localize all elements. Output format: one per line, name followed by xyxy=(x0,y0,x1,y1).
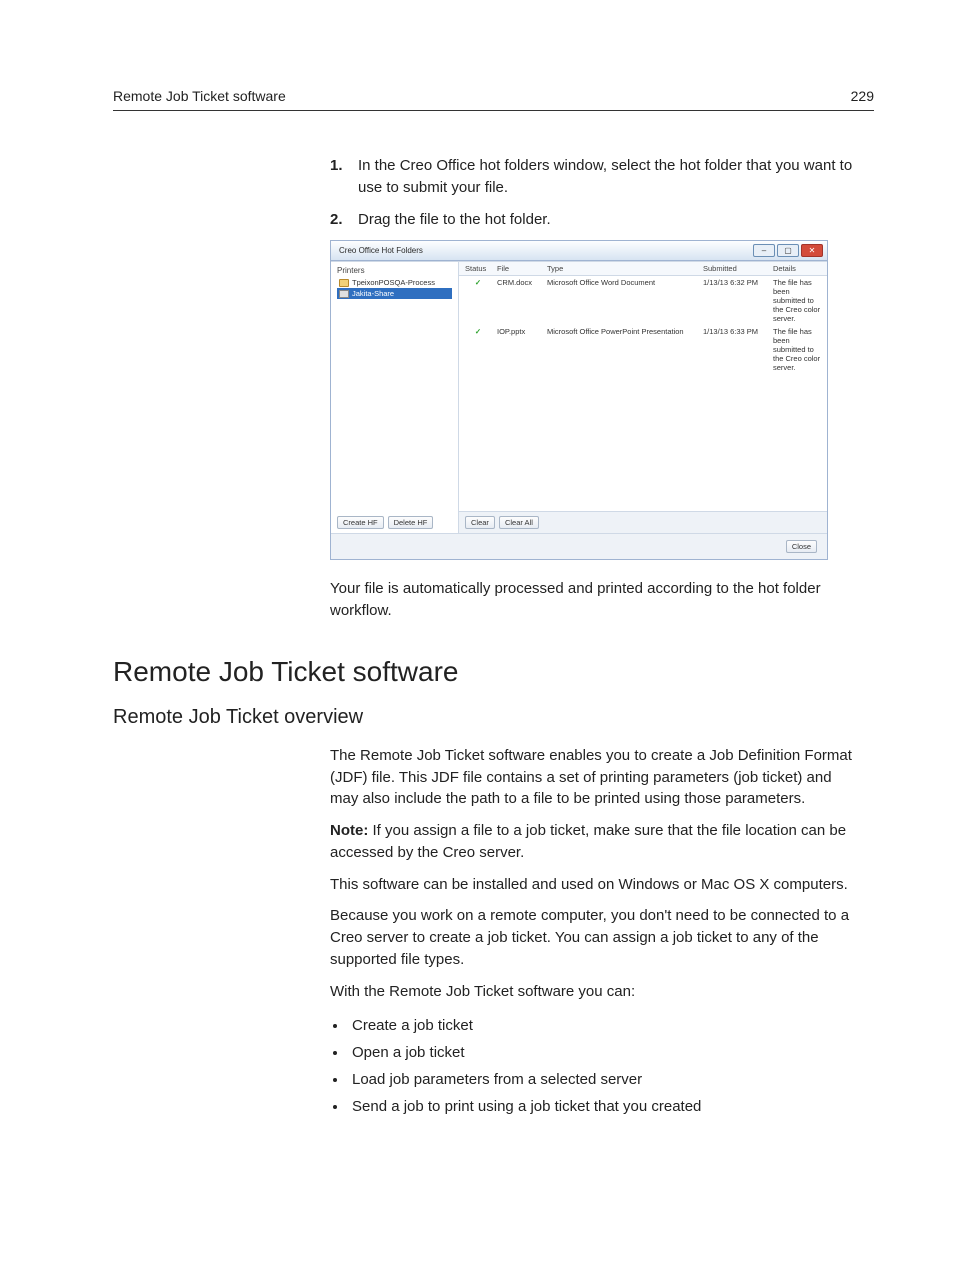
cell-submitted: 1/13/13 6:33 PM xyxy=(703,327,767,372)
delete-hf-button[interactable]: Delete HF xyxy=(388,516,434,529)
col-type: Type xyxy=(547,264,697,273)
printer-name: Jakita-Share xyxy=(352,289,394,298)
jobs-table-rows: ✓ CRM.docx Microsoft Office Word Documen… xyxy=(459,276,827,511)
feature-list: Create a job ticket Open a job ticket Lo… xyxy=(330,1012,860,1120)
window-titlebar: Creo Office Hot Folders – ▢ ✕ xyxy=(331,241,827,261)
page-header: Remote Job Ticket software 229 xyxy=(113,88,874,111)
col-details: Details xyxy=(773,264,821,273)
cell-type: Microsoft Office Word Document xyxy=(547,278,697,323)
table-row[interactable]: ✓ IOP.pptx Microsoft Office PowerPoint P… xyxy=(459,325,827,374)
printers-heading: Printers xyxy=(337,266,452,275)
check-icon: ✓ xyxy=(465,278,491,287)
cell-type: Microsoft Office PowerPoint Presentation xyxy=(547,327,697,372)
printer-item[interactable]: TpeixonPOSQA-Process xyxy=(337,277,452,288)
printers-panel: Printers TpeixonPOSQA-Process Jakita-Sha… xyxy=(331,262,459,533)
screenshot-figure: Creo Office Hot Folders – ▢ ✕ Printers T… xyxy=(330,240,828,560)
paragraph-1: The Remote Job Ticket software enables y… xyxy=(330,745,860,810)
check-icon: ✓ xyxy=(465,327,491,336)
cell-submitted: 1/13/13 6:32 PM xyxy=(703,278,767,323)
col-file: File xyxy=(497,264,541,273)
close-button[interactable]: ✕ xyxy=(801,244,823,257)
page: Remote Job Ticket software 229 1. In the… xyxy=(0,0,954,1180)
cell-details: The file has been submitted to the Creo … xyxy=(773,278,821,323)
jobs-panel-footer: Clear Clear All xyxy=(459,511,827,533)
printer-name: TpeixonPOSQA-Process xyxy=(352,278,435,287)
list-item: Send a job to print using a job ticket t… xyxy=(348,1093,860,1120)
col-submitted: Submitted xyxy=(703,264,767,273)
jobs-panel: Status File Type Submitted Details ✓ CRM… xyxy=(459,262,827,533)
printer-item-selected[interactable]: Jakita-Share xyxy=(337,288,452,299)
steps-block: 1. In the Creo Office hot folders window… xyxy=(330,155,860,622)
paragraph-4: With the Remote Job Ticket software you … xyxy=(330,981,860,1003)
paragraph-3: Because you work on a remote computer, y… xyxy=(330,905,860,970)
note: Note: If you assign a file to a job tick… xyxy=(330,820,860,864)
paragraph-2: This software can be installed and used … xyxy=(330,874,860,896)
list-item: Open a job ticket xyxy=(348,1039,860,1066)
close-window-button[interactable]: Close xyxy=(786,540,817,553)
cell-details: The file has been submitted to the Creo … xyxy=(773,327,821,372)
folder-icon xyxy=(339,279,349,287)
page-number: 229 xyxy=(851,88,874,104)
list-item: Load job parameters from a selected serv… xyxy=(348,1066,860,1093)
header-left: Remote Job Ticket software xyxy=(113,88,286,104)
create-hf-button[interactable]: Create HF xyxy=(337,516,384,529)
post-screenshot-text: Your file is automatically processed and… xyxy=(330,578,860,622)
heading-main: Remote Job Ticket software xyxy=(113,656,874,688)
note-body: If you assign a file to a job ticket, ma… xyxy=(330,822,846,861)
window-title: Creo Office Hot Folders xyxy=(339,246,423,255)
step-number: 2. xyxy=(330,209,358,231)
window-footer: Close xyxy=(331,533,827,559)
step-2: 2. Drag the file to the hot folder. xyxy=(330,209,860,231)
cell-file: CRM.docx xyxy=(497,278,541,323)
server-icon xyxy=(339,290,349,298)
step-number: 1. xyxy=(330,155,358,199)
step-1: 1. In the Creo Office hot folders window… xyxy=(330,155,860,199)
minimize-button[interactable]: – xyxy=(753,244,775,257)
hot-folders-window: Creo Office Hot Folders – ▢ ✕ Printers T… xyxy=(330,240,828,560)
col-status: Status xyxy=(465,264,491,273)
cell-file: IOP.pptx xyxy=(497,327,541,372)
maximize-button[interactable]: ▢ xyxy=(777,244,799,257)
heading-sub: Remote Job Ticket overview xyxy=(113,706,874,729)
step-text: Drag the file to the hot folder. xyxy=(358,209,551,231)
clear-all-button[interactable]: Clear All xyxy=(499,516,539,529)
table-row[interactable]: ✓ CRM.docx Microsoft Office Word Documen… xyxy=(459,276,827,325)
printer-panel-buttons: Create HF Delete HF xyxy=(337,510,452,529)
note-label: Note: xyxy=(330,822,368,839)
overview-content: The Remote Job Ticket software enables y… xyxy=(330,745,860,1121)
clear-button[interactable]: Clear xyxy=(465,516,495,529)
window-buttons: – ▢ ✕ xyxy=(753,244,823,257)
jobs-table-header: Status File Type Submitted Details xyxy=(459,262,827,276)
window-body: Printers TpeixonPOSQA-Process Jakita-Sha… xyxy=(331,261,827,533)
step-text: In the Creo Office hot folders window, s… xyxy=(358,155,860,199)
list-item: Create a job ticket xyxy=(348,1012,860,1039)
